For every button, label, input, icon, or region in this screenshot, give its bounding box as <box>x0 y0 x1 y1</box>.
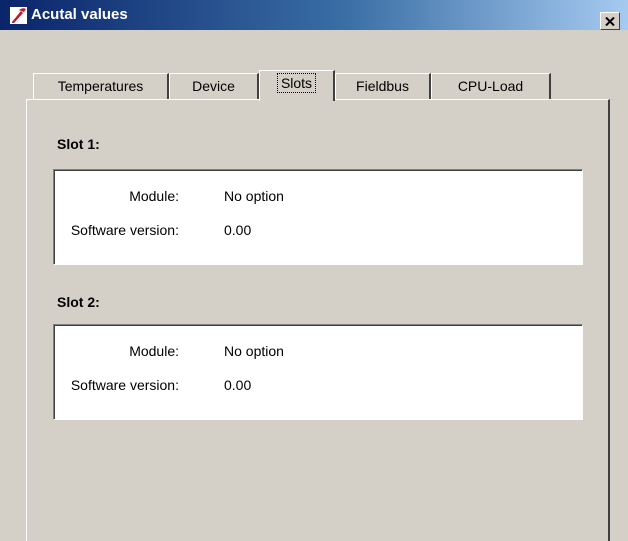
slot-1-software-value: 0.00 <box>224 222 252 238</box>
tab-cpu-load-label: CPU-Load <box>457 78 524 94</box>
tab-slots[interactable]: Slots <box>259 70 335 101</box>
slot-2-software-value: 0.00 <box>224 377 252 393</box>
title-bar[interactable]: Acutal values <box>0 0 628 30</box>
close-icon <box>605 16 615 26</box>
app-icon <box>10 7 27 24</box>
tab-fieldbus[interactable]: Fieldbus <box>335 73 431 100</box>
slot-2-module-value: No option <box>224 343 284 359</box>
actual-values-window: Acutal values Temperatures Device Slots … <box>0 0 628 541</box>
window-title: Acutal values <box>31 6 128 23</box>
tab-slots-label: Slots <box>276 73 317 93</box>
slot-1-group: Module: No option Software version: 0.00 <box>53 169 583 265</box>
slot-2-group: Module: No option Software version: 0.00 <box>53 324 583 420</box>
slot-1-heading: Slot 1: <box>57 136 100 152</box>
slots-tab-panel: Slot 1: Module: No option Software versi… <box>26 99 610 541</box>
tab-device-label: Device <box>192 78 235 94</box>
tab-temperatures-label: Temperatures <box>57 78 144 94</box>
slot-2-software-label: Software version: <box>70 377 179 393</box>
slot-2-heading: Slot 2: <box>57 294 100 310</box>
tab-cpu-load[interactable]: CPU-Load <box>431 73 551 100</box>
tab-fieldbus-label: Fieldbus <box>356 78 409 94</box>
tab-temperatures[interactable]: Temperatures <box>33 73 169 100</box>
slot-1-software-label: Software version: <box>70 222 179 238</box>
slot-1-module-value: No option <box>224 188 284 204</box>
slot-1-module-label: Module: <box>129 188 179 204</box>
close-button[interactable] <box>600 12 620 30</box>
tab-device[interactable]: Device <box>169 73 259 100</box>
slot-2-module-label: Module: <box>129 343 179 359</box>
